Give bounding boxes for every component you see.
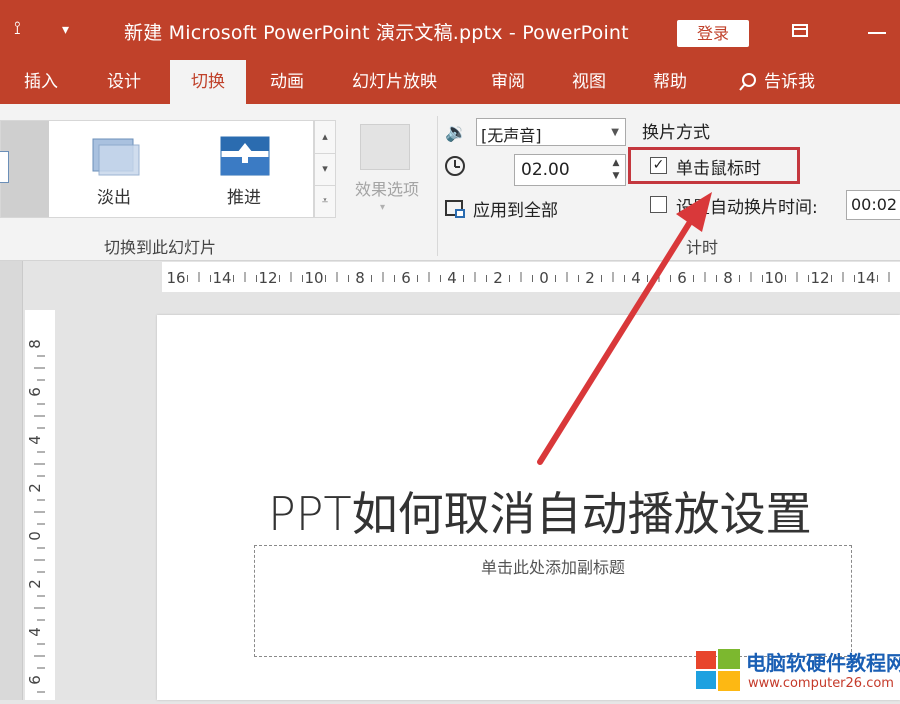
spin-buttons[interactable]: ▲ ▼ (609, 157, 623, 183)
horizontal-ruler-ticks: 16 14 12 10 8 6 4 2 0 2 4 6 8 10 12 14 (166, 269, 890, 287)
sound-select[interactable]: [无声音] ▼ (476, 118, 626, 146)
ribbon-display-options-icon[interactable] (792, 24, 808, 37)
h-ruler-label: 4 (447, 269, 457, 287)
lightbulb-icon (739, 73, 756, 91)
v-ruler-label: 4 (26, 435, 44, 445)
fade-icon (92, 138, 140, 176)
push-transition-item[interactable]: 推进 (219, 135, 277, 208)
effect-options-button[interactable]: 效果选项 ▾ (342, 120, 432, 218)
h-ruler-label: 2 (585, 269, 595, 287)
tell-me-label: 告诉我 (764, 72, 815, 92)
minimize-icon[interactable] (868, 32, 886, 34)
tab-insert[interactable]: 插入 (24, 60, 58, 104)
subtitle-placeholder-box[interactable]: 单击此处添加副标题 (254, 545, 852, 657)
tab-view[interactable]: 视图 (572, 60, 606, 104)
gallery-scrollbar[interactable]: ▴ ▾ ⩡ (314, 120, 336, 218)
v-ruler-label: 6 (26, 387, 44, 397)
quick-access-dropdown-icon[interactable]: ▾ (62, 22, 69, 38)
push-icon (220, 136, 270, 176)
fade-transition-item[interactable]: 淡出 (89, 135, 143, 208)
h-ruler-label: 0 (539, 269, 549, 287)
v-ruler-label: 2 (26, 579, 44, 589)
tab-animations[interactable]: 动画 (270, 60, 304, 104)
tab-transitions[interactable]: 切换 (170, 60, 246, 104)
group-divider (437, 116, 438, 256)
auto-advance-checkbox[interactable] (650, 196, 667, 213)
h-ruler-label: 2 (493, 269, 503, 287)
sound-value: [无声音] (481, 126, 542, 145)
horizontal-ruler: 16 14 12 10 8 6 4 2 0 2 4 6 8 10 12 14 (162, 262, 900, 292)
gallery-more-icon[interactable]: ⩡ (315, 185, 335, 217)
chevron-down-icon: ▼ (611, 127, 619, 138)
h-ruler-label: 10 (304, 269, 323, 287)
h-ruler-label: 14 (212, 269, 231, 287)
group-label-transition: 切换到此幻灯片 (104, 238, 217, 257)
slide-title[interactable]: PPT如何取消自动播放设置 (268, 478, 812, 544)
chevron-down-icon: ▾ (380, 202, 386, 213)
duration-value: 02.00 (521, 160, 570, 180)
effect-options-icon (360, 124, 410, 170)
tab-help[interactable]: 帮助 (653, 60, 687, 104)
windows-logo-icon (696, 649, 740, 691)
window-title: 新建 Microsoft PowerPoint 演示文稿.pptx - Powe… (124, 22, 629, 44)
apply-to-all-label: 应用到全部 (473, 201, 558, 221)
site-watermark: 电脑软硬件教程网 www.computer26.com (694, 643, 900, 700)
on-mouse-click-checkbox[interactable]: ✓ (650, 157, 667, 174)
auto-advance-time-value: 00:02 (851, 195, 898, 214)
v-ruler-label: 2 (26, 483, 44, 493)
title-bar: ⟟ ▾ 新建 Microsoft PowerPoint 演示文稿.pptx - … (0, 0, 900, 60)
apply-all-icon (445, 200, 465, 218)
v-ruler-label: 6 (26, 675, 44, 685)
on-mouse-click-label: 单击鼠标时 (676, 159, 761, 179)
gallery-item-selected[interactable] (0, 121, 49, 217)
vertical-ruler-ticks: 8 6 4 2 0 2 4 6 (26, 339, 45, 704)
h-ruler-label: 14 (856, 269, 875, 287)
watermark-name: 电脑软硬件教程网 (746, 651, 900, 675)
clock-icon (445, 156, 465, 176)
tab-design[interactable]: 设计 (107, 60, 141, 104)
auto-advance-time-input[interactable]: 00:02 (846, 190, 900, 220)
tab-review[interactable]: 审阅 (491, 60, 525, 104)
h-ruler-label: 12 (258, 269, 277, 287)
transition-gallery: 淡出 推进 (0, 120, 314, 218)
vertical-ruler: 8 6 4 2 0 2 4 6 (25, 310, 55, 704)
effect-options-label: 效果选项 (354, 180, 419, 199)
scroll-up-icon[interactable]: ▴ (315, 121, 335, 154)
duration-stepper[interactable]: 02.00 ▲ ▼ (514, 154, 626, 186)
group-label-timing: 计时 (686, 238, 719, 257)
h-ruler-label: 10 (764, 269, 783, 287)
watermark-url: www.computer26.com (748, 676, 894, 691)
ribbon-panel: 淡出 推进 ▴ ▾ ⩡ 效果选项 ▾ 切换到此幻灯片 🔉 [无声音] ▼ 02.… (0, 104, 900, 261)
push-label: 推进 (227, 188, 261, 208)
h-ruler-label: 4 (631, 269, 641, 287)
fade-label: 淡出 (97, 188, 131, 208)
login-button[interactable]: 登录 (677, 20, 749, 47)
h-ruler-label: 16 (166, 269, 185, 287)
v-ruler-label: 0 (26, 531, 44, 541)
sound-icon: 🔉 (445, 122, 468, 143)
transition-none-thumbnail-icon (0, 151, 9, 183)
h-ruler-label: 8 (723, 269, 733, 287)
thumbnail-pane-edge[interactable] (0, 261, 23, 700)
h-ruler-label: 12 (810, 269, 829, 287)
v-ruler-label: 8 (26, 339, 44, 349)
presenter-icon[interactable]: ⟟ (14, 18, 21, 39)
tab-tell-me[interactable]: 告诉我 (738, 60, 815, 104)
v-ruler-label: 4 (26, 627, 44, 637)
h-ruler-label: 8 (355, 269, 365, 287)
h-ruler-label: 6 (677, 269, 687, 287)
tab-slideshow[interactable]: 幻灯片放映 (352, 60, 437, 104)
advance-slide-heading: 换片方式 (642, 123, 710, 143)
auto-advance-label: 设置自动换片时间: (676, 198, 818, 218)
scroll-down-icon[interactable]: ▾ (315, 153, 335, 186)
subtitle-placeholder-text: 单击此处添加副标题 (480, 558, 625, 577)
ribbon-tabs: 插入 设计 切换 动画 幻灯片放映 审阅 视图 帮助 告诉我 (0, 60, 900, 104)
h-ruler-label: 6 (401, 269, 411, 287)
